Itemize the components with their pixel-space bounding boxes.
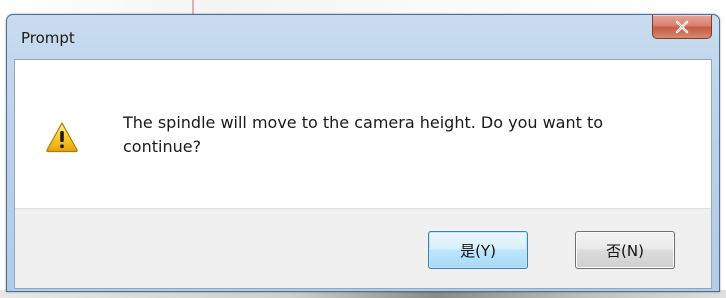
prompt-dialog: Prompt The spindle will move to the came… <box>6 14 720 292</box>
dialog-titlebar[interactable]: Prompt <box>7 15 719 59</box>
message-area: The spindle will move to the camera heig… <box>15 60 711 208</box>
dialog-title: Prompt <box>21 29 75 47</box>
yes-button[interactable]: 是(Y) <box>428 231 528 269</box>
message-text: The spindle will move to the camera heig… <box>123 113 604 156</box>
close-icon <box>675 20 689 33</box>
warning-icon <box>46 122 78 153</box>
dialog-body: The spindle will move to the camera heig… <box>14 59 712 289</box>
background-divider <box>192 0 194 14</box>
no-button[interactable]: 否(N) <box>575 231 675 269</box>
close-button[interactable] <box>652 15 712 39</box>
button-bar: 是(Y) 否(N) <box>15 208 711 288</box>
background-window-strip <box>0 0 726 14</box>
